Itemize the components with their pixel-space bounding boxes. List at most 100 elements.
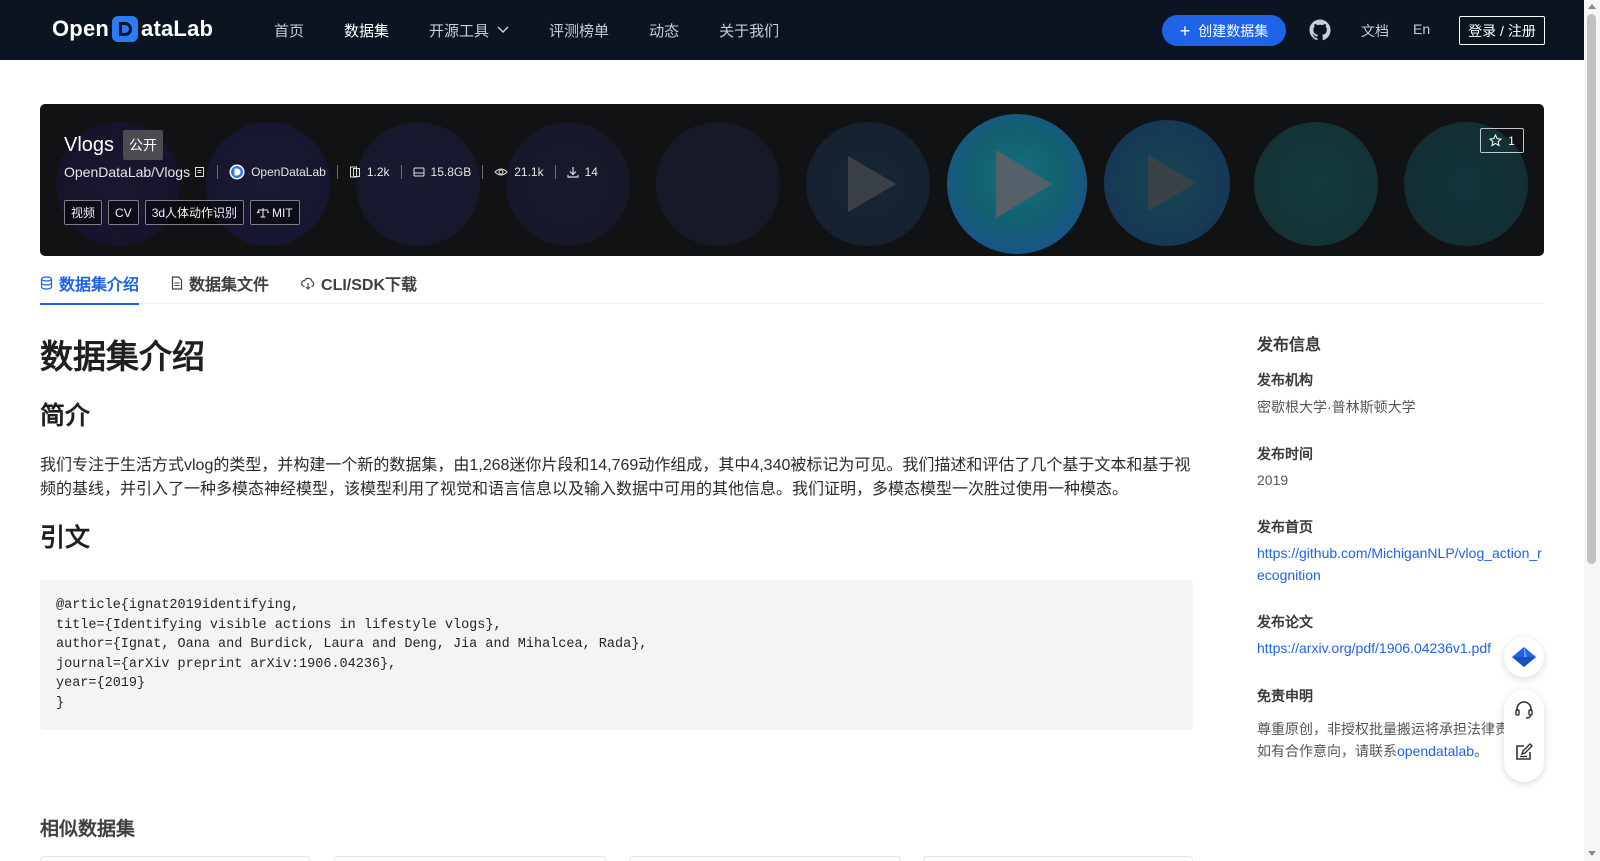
main-menu: 首页 数据集 开源工具 评测榜单 动态 关于我们 (274, 0, 819, 60)
dataset-size: 15.8GB (413, 165, 472, 179)
publish-info-title: 发布信息 (1257, 337, 1322, 354)
tag-cv[interactable]: CV (108, 200, 139, 225)
license-tag[interactable]: MIT (250, 200, 300, 225)
thumbnail-circle (1254, 122, 1378, 246)
tab-intro[interactable]: 数据集介绍 (40, 262, 140, 305)
dataset-banner: Vlogs 公开 OpenDataLab/Vlogs OpenDataLab 1… (40, 104, 1544, 256)
create-dataset-label: 创建数据集 (1198, 22, 1269, 39)
divider (336, 165, 338, 179)
star-count: 1 (1508, 133, 1515, 148)
similar-dataset-card[interactable] (334, 856, 606, 861)
feedback-edit-icon[interactable] (1514, 742, 1534, 762)
play-icon (1148, 155, 1196, 211)
file-icon (171, 276, 183, 290)
contact-link[interactable]: opendatalab (1397, 743, 1474, 759)
nav-docs-link[interactable]: 文档 (1361, 21, 1389, 41)
dataset-tabs: 数据集介绍 数据集文件 CLI/SDK下载 (40, 262, 1544, 305)
homepage-label: 发布首页 (1257, 519, 1313, 535)
view-count: 21.1k (494, 165, 544, 179)
dataset-meta-row: OpenDataLab/Vlogs OpenDataLab 1.2k 15.8G… (64, 164, 598, 180)
repo-path-label: OpenDataLab/Vlogs (64, 164, 191, 180)
repo-path[interactable]: OpenDataLab/Vlogs (64, 164, 206, 180)
github-icon[interactable] (1308, 18, 1332, 42)
nav-item-open-tools[interactable]: 开源工具 (429, 20, 509, 41)
nav-item-news[interactable]: 动态 (649, 20, 679, 41)
intro-heading: 简介 (40, 402, 91, 430)
database-icon (40, 276, 53, 290)
view-count-value: 21.1k (514, 165, 544, 179)
floating-assistant-button[interactable] (1504, 637, 1544, 677)
similar-dataset-card[interactable] (40, 856, 310, 861)
scroll-up-arrow-icon[interactable] (1588, 4, 1596, 9)
nav-item-open-tools-label: 开源工具 (429, 22, 490, 40)
tab-files[interactable]: 数据集文件 (171, 262, 269, 304)
nav-item-home[interactable]: 首页 (274, 20, 304, 41)
file-count: 1.2k (349, 165, 390, 179)
tag-video[interactable]: 视频 (64, 200, 103, 225)
logo-text-suffix: ataLab (141, 16, 214, 41)
thumbnail-circle (656, 122, 780, 246)
top-navbar: Open ataLab 首页 数据集 开源工具 评测榜单 动态 关于我们 + 创… (0, 0, 1584, 60)
scroll-down-arrow-icon[interactable] (1588, 851, 1596, 856)
download-count-value: 14 (584, 165, 598, 179)
citation-code-block[interactable]: @article{ignat2019identifying, title={Id… (40, 580, 1193, 730)
cloud-download-icon (301, 277, 315, 290)
paper-label: 发布论文 (1257, 614, 1313, 630)
nav-item-datasets[interactable]: 数据集 (344, 20, 389, 41)
thumbnail-circle (356, 122, 480, 246)
page-scrollbar[interactable] (1584, 0, 1600, 861)
storage-icon (413, 167, 425, 177)
publish-date-value: 2019 (1257, 472, 1289, 488)
headset-icon[interactable] (1514, 700, 1534, 720)
publisher-org-label: 发布机构 (1257, 372, 1313, 388)
nav-item-leaderboard[interactable]: 评测榜单 (549, 20, 609, 41)
files-icon (349, 166, 360, 178)
language-switch[interactable]: En (1413, 21, 1430, 37)
dataset-name: Vlogs (64, 133, 115, 156)
dataset-title: Vlogs 公开 (64, 130, 164, 160)
page-title: 数据集介绍 (40, 338, 205, 375)
similar-dataset-card[interactable] (629, 856, 901, 861)
tag-3d-action[interactable]: 3d人体动作识别 (144, 200, 245, 225)
create-dataset-button[interactable]: + 创建数据集 (1162, 15, 1286, 46)
scrollbar-thumb[interactable] (1587, 14, 1596, 564)
publisher-avatar-icon (229, 164, 245, 180)
eye-icon (494, 168, 508, 176)
similar-datasets-heading: 相似数据集 (40, 819, 136, 840)
play-icon (996, 150, 1052, 218)
scale-icon (257, 208, 270, 218)
similar-dataset-card[interactable] (923, 856, 1193, 861)
copy-icon[interactable] (194, 166, 206, 178)
divider (554, 165, 556, 179)
download-icon (566, 167, 579, 178)
logo-text-prefix: Open (52, 16, 110, 41)
nav-item-about[interactable]: 关于我们 (719, 20, 779, 41)
citation-heading: 引文 (40, 524, 91, 552)
publisher-org-value: 密歇根大学·普林斯顿大学 (1257, 399, 1416, 415)
download-count: 14 (566, 165, 598, 179)
thumbnail-circle (506, 122, 630, 246)
publish-date-label: 发布时间 (1257, 446, 1313, 462)
star-button[interactable]: 1 (1480, 128, 1524, 153)
disclaimer-line-2-suffix: 。 (1474, 743, 1489, 759)
thumbnail-circle (206, 122, 330, 246)
homepage-link[interactable]: https://github.com/MichiganNLP/vlog_acti… (1257, 542, 1543, 586)
tab-cli-sdk[interactable]: CLI/SDK下载 (301, 262, 417, 304)
paper-link[interactable]: https://arxiv.org/pdf/1906.04236v1.pdf (1257, 637, 1543, 659)
disclaimer-label: 免责申明 (1257, 688, 1313, 704)
star-icon (1489, 134, 1503, 147)
publisher[interactable]: OpenDataLab (229, 164, 326, 180)
intro-text: 我们专注于生活方式vlog的类型，并构建一个新的数据集，由1,268迷你片段和1… (40, 457, 1191, 498)
tab-cli-sdk-label: CLI/SDK下载 (321, 277, 418, 294)
file-count-value: 1.2k (366, 165, 390, 179)
floating-tool-group (1504, 690, 1544, 782)
divider (217, 165, 219, 179)
divider (482, 165, 484, 179)
dataset-size-value: 15.8GB (430, 165, 472, 179)
tab-files-label: 数据集文件 (189, 277, 270, 294)
login-register-button[interactable]: 登录 / 注册 (1459, 16, 1545, 45)
tag-list: 视频 CV 3d人体动作识别 MIT (64, 200, 306, 225)
disclaimer-line-2-prefix: 如有合作意向，请联系 (1257, 743, 1397, 759)
opendatalab-logo[interactable]: Open ataLab (52, 14, 213, 44)
paper-plane-icon (1512, 647, 1536, 667)
